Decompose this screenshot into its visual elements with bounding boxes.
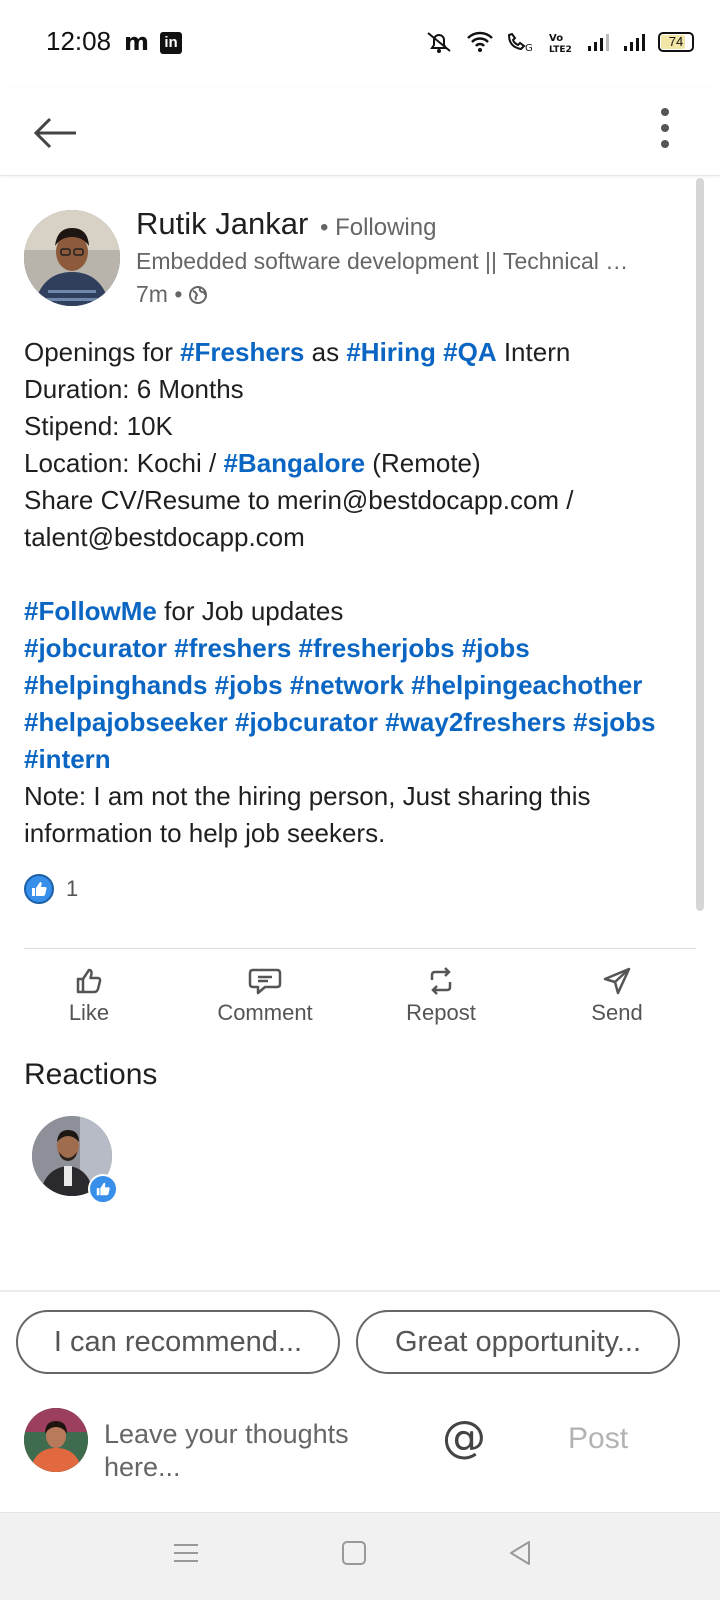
comment-button[interactable]: Comment xyxy=(190,958,340,1038)
my-avatar xyxy=(24,1408,88,1472)
post-line: #FollowMe for Job updates xyxy=(24,596,344,626)
linkedin-app-icon: in xyxy=(160,32,182,54)
post-time: 7m • xyxy=(136,281,183,307)
more-vertical-icon xyxy=(661,108,669,148)
post-actions: Like Comment Repost Send xyxy=(0,958,720,1038)
system-navigation-bar xyxy=(0,1512,720,1600)
like-reaction-icon xyxy=(24,874,54,904)
hashtag-link[interactable]: #FollowMe xyxy=(24,596,157,626)
wifi-calling-icon: G xyxy=(507,32,533,53)
home-icon[interactable] xyxy=(340,1539,368,1567)
post-line: Stipend: 10K xyxy=(24,411,173,441)
post-comment-button[interactable]: Post xyxy=(568,1422,628,1456)
post-meta: 7m • xyxy=(136,281,208,308)
globe-icon xyxy=(189,285,208,304)
status-bar: 12:08 m in G Vo LTE2 74 xyxy=(0,0,720,88)
silent-icon xyxy=(427,32,451,53)
hashtag-line[interactable]: #intern xyxy=(24,741,696,778)
send-icon xyxy=(603,967,631,995)
reactions-summary[interactable]: 1 xyxy=(24,874,78,904)
author-photo xyxy=(24,210,120,306)
status-icons: G Vo LTE2 74 xyxy=(424,30,694,54)
back-arrow-icon xyxy=(33,117,76,149)
reaction-count: 1 xyxy=(66,876,79,901)
post-text: Openings for #Freshers as #Hiring #QA In… xyxy=(24,334,696,852)
hashtag-line[interactable]: #helpinghands #jobs #network #helpingeac… xyxy=(24,667,696,704)
divider xyxy=(0,1290,720,1292)
menu-icon[interactable] xyxy=(172,1539,200,1567)
hashtag-link[interactable]: #Hiring xyxy=(346,337,436,367)
hashtag-link[interactable]: #QA xyxy=(443,337,496,367)
back-triangle-icon[interactable] xyxy=(506,1539,534,1567)
comment-label: Comment xyxy=(217,1000,313,1025)
battery-icon: 74 xyxy=(658,32,694,52)
mention-button[interactable]: @ xyxy=(442,1412,486,1463)
repost-label: Repost xyxy=(406,1000,476,1025)
battery-level: 74 xyxy=(668,34,684,49)
reactor-avatar[interactable] xyxy=(32,1116,118,1204)
repost-button[interactable]: Repost xyxy=(366,958,516,1038)
signal-sim1-icon xyxy=(588,34,609,51)
top-app-bar xyxy=(0,88,720,176)
post-line: information to help job seekers. xyxy=(24,818,386,848)
repost-icon xyxy=(430,967,452,995)
messaging-app-icon: m xyxy=(124,28,150,56)
thumbs-up-icon xyxy=(76,968,102,994)
comment-icon xyxy=(248,968,282,995)
divider xyxy=(24,948,696,949)
suggestion-chip[interactable]: Great opportunity... xyxy=(356,1310,680,1374)
reactions-heading: Reactions xyxy=(24,1058,158,1091)
like-label: Like xyxy=(68,1000,110,1025)
post-line: talent@bestdocapp.com xyxy=(24,522,305,552)
post-line: Duration: 6 Months xyxy=(24,374,244,404)
volte-icon: VoLTE2 xyxy=(549,33,572,53)
signal-sim2-icon xyxy=(624,34,645,51)
svg-text:Vo: Vo xyxy=(549,33,563,44)
post-line: Openings for #Freshers as #Hiring #QA In… xyxy=(24,337,571,367)
author-name[interactable]: Rutik Jankar xyxy=(136,206,308,242)
hashtag-link[interactable]: #Freshers xyxy=(180,337,304,367)
more-options-button[interactable] xyxy=(650,98,680,168)
status-time: 12:08 xyxy=(46,26,112,56)
post-line: Note: I am not the hiring person, Just s… xyxy=(24,781,591,811)
following-status: • Following xyxy=(320,214,437,241)
like-button[interactable]: Like xyxy=(14,958,164,1038)
author-avatar[interactable] xyxy=(24,210,120,306)
like-reaction-icon xyxy=(88,1174,118,1204)
wifi-icon xyxy=(467,31,493,52)
post-line: Location: Kochi / #Bangalore (Remote) xyxy=(24,448,481,478)
suggestion-chip[interactable]: I can recommend... xyxy=(16,1310,340,1374)
post-line: Share CV/Resume to merin@bestdocapp.com … xyxy=(24,485,574,515)
send-button[interactable]: Send xyxy=(542,958,692,1038)
back-button[interactable] xyxy=(30,108,80,158)
scrollbar[interactable] xyxy=(696,178,704,911)
hashtag-line[interactable]: #helpajobseeker #jobcurator #way2fresher… xyxy=(24,704,696,741)
comment-input[interactable]: Leave your thoughts here... xyxy=(104,1418,404,1484)
hashtag-link[interactable]: #Bangalore xyxy=(223,448,365,478)
hashtag-line[interactable]: #jobcurator #freshers #fresherjobs #jobs xyxy=(24,630,696,667)
svg-text:LTE2: LTE2 xyxy=(549,45,572,53)
author-headline: Embedded software development || Technic… xyxy=(136,248,629,274)
send-label: Send xyxy=(591,1000,643,1025)
svg-text:G: G xyxy=(525,43,533,53)
